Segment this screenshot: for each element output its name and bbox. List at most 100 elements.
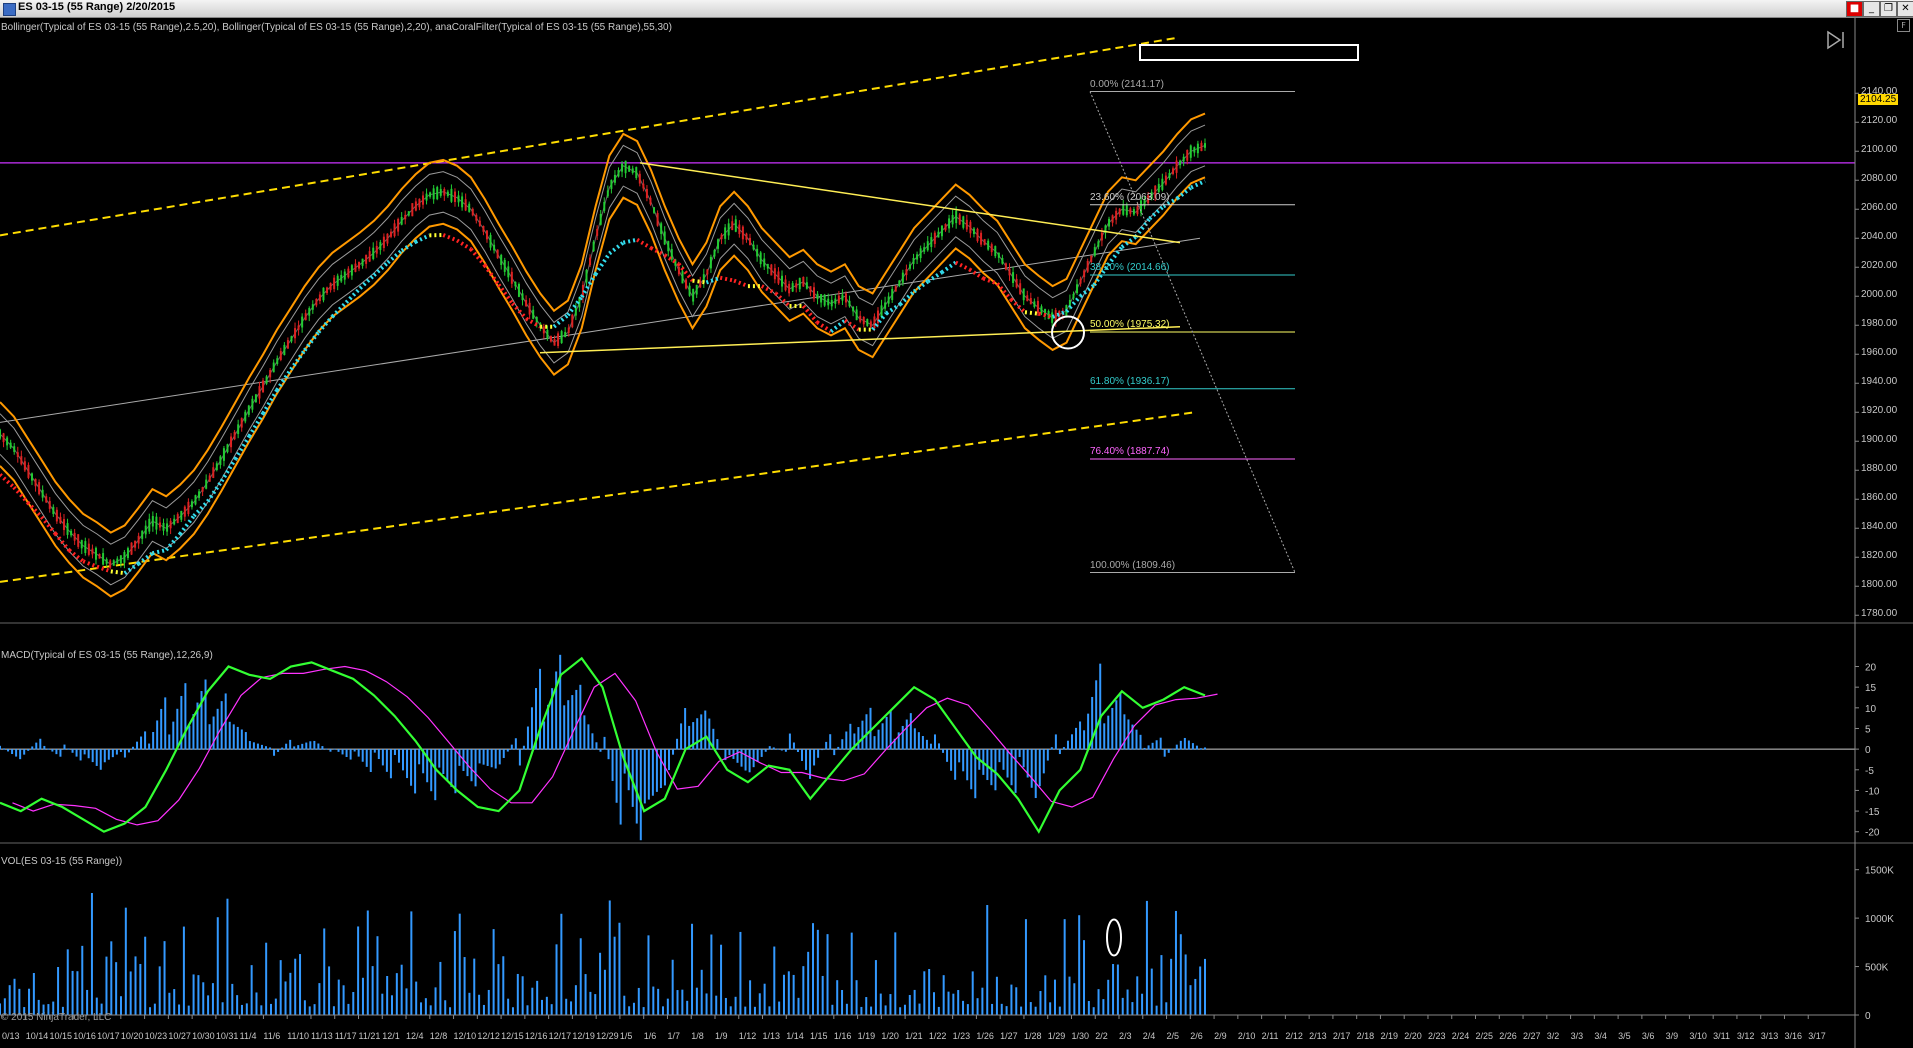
candle-body — [198, 491, 201, 498]
candle-body — [244, 411, 247, 422]
candle-body — [52, 506, 55, 515]
candle-body — [411, 203, 414, 217]
price-tick-label: 2060.00 — [1861, 202, 1898, 214]
candle-body — [1083, 270, 1086, 278]
candle-body — [617, 169, 620, 177]
volume-bar — [173, 989, 176, 1015]
candle-body — [183, 506, 186, 517]
restore-button[interactable]: ❐ — [1880, 1, 1897, 17]
macd-histogram-bar — [792, 742, 795, 750]
time-axis-label: 3/6 — [1642, 1031, 1655, 1041]
macd-histogram-bar — [909, 713, 912, 750]
volume-bar — [270, 1003, 273, 1015]
candle-body — [105, 559, 108, 564]
volume-bar — [836, 980, 839, 1015]
candle-body — [695, 284, 698, 295]
candle-body — [592, 241, 595, 252]
volume-bar — [1097, 989, 1100, 1015]
candle-body — [880, 305, 883, 317]
price-tick-label: 2140.00 — [1861, 86, 1898, 98]
time-axis-label: 10/17 — [97, 1031, 120, 1041]
macd-panel[interactable]: 20 15 10 5 0 -5 -10 -15 -20 — [0, 654, 1880, 841]
candle-body — [290, 336, 293, 342]
candle-body — [560, 331, 563, 344]
bollinger-inner-upper — [0, 124, 1206, 545]
volume-bar — [105, 956, 108, 1015]
macd-histogram-bar — [353, 749, 356, 752]
volume-bar — [444, 1000, 447, 1015]
volume-bar — [894, 932, 897, 1015]
volume-bar — [531, 987, 534, 1015]
coral-filter-segment — [733, 278, 749, 288]
candle-body — [869, 321, 872, 328]
volume-panel[interactable]: 1500K 1000K 500K 0 — [0, 866, 1894, 1022]
volume-bar — [197, 975, 200, 1015]
volume-bar — [1087, 1001, 1090, 1015]
volume-bar — [1116, 964, 1119, 1015]
volume-bar — [1039, 991, 1042, 1015]
chart-options-box[interactable]: F — [1897, 19, 1910, 32]
macd-histogram-bar — [643, 749, 646, 804]
candle-body — [148, 518, 151, 532]
candle-body — [311, 304, 314, 310]
candle-body — [400, 216, 403, 225]
volume-bar — [962, 1000, 965, 1015]
candle-body — [908, 264, 911, 269]
macd-histogram-bar — [349, 749, 352, 760]
volume-bar — [628, 1006, 631, 1015]
minimize-button[interactable]: _ — [1863, 1, 1880, 17]
volume-bar — [1078, 915, 1081, 1015]
candle-body — [390, 231, 393, 237]
volume-bar — [386, 976, 389, 1015]
candle-body — [837, 295, 840, 304]
candle-body — [304, 313, 307, 321]
volume-bar — [666, 998, 669, 1015]
macd-histogram-bar — [293, 746, 296, 750]
candle-body — [446, 191, 449, 196]
macd-histogram-bar — [1083, 730, 1086, 750]
volume-bar — [710, 934, 713, 1015]
candle-body — [667, 241, 670, 252]
volume-bar — [163, 941, 166, 1015]
time-axis-label: 2/23 — [1428, 1031, 1446, 1041]
volume-bar — [884, 1005, 887, 1015]
macd-histogram-bar — [861, 720, 864, 750]
macd-histogram-bar — [1163, 749, 1166, 757]
volume-bar — [797, 997, 800, 1015]
macd-histogram-bar — [772, 747, 775, 750]
macd-histogram-bar — [849, 723, 852, 750]
macd-histogram-bar — [381, 749, 384, 766]
candle-body — [333, 277, 336, 290]
macd-histogram-bar — [962, 749, 965, 772]
macd-histogram-bar — [510, 744, 513, 750]
macd-histogram-bar — [736, 749, 739, 763]
volume-bar — [1034, 1006, 1037, 1015]
macd-histogram-bar — [788, 733, 791, 750]
candle-body — [752, 244, 755, 250]
macd-histogram-bar — [1006, 749, 1009, 778]
candle-body — [1189, 145, 1192, 158]
volume-bar — [1015, 987, 1018, 1015]
volume-bar — [415, 981, 418, 1015]
time-axis-label: 2/27 — [1523, 1031, 1541, 1041]
candle-body — [717, 239, 720, 249]
volume-bar — [482, 1004, 485, 1015]
volume-bar — [1204, 958, 1206, 1015]
record-icon[interactable]: ■ — [1846, 1, 1863, 17]
time-axis-label: 1/22 — [929, 1031, 947, 1041]
macd-histogram-bar — [696, 718, 699, 750]
candle-body — [222, 448, 225, 461]
close-button[interactable]: ✕ — [1897, 1, 1913, 17]
macd-histogram-bar — [176, 708, 179, 750]
time-axis-label: 1/12 — [739, 1031, 757, 1041]
chart-canvas[interactable]: 20 15 10 5 0 -5 -10 -15 -20 1500K 1000K 500K 0 0/13… — [0, 17, 1913, 1048]
macd-histogram-bar — [571, 695, 574, 750]
fib-level-label: 61.80% (1936.17) — [1090, 375, 1170, 387]
macd-histogram-bar — [1135, 729, 1138, 750]
macd-histogram-bar — [833, 749, 836, 756]
volume-bar — [782, 974, 785, 1015]
candle-body — [997, 252, 1000, 258]
candle-body — [73, 532, 76, 541]
price-panel[interactable] — [0, 37, 1855, 598]
volume-bar — [226, 898, 229, 1015]
